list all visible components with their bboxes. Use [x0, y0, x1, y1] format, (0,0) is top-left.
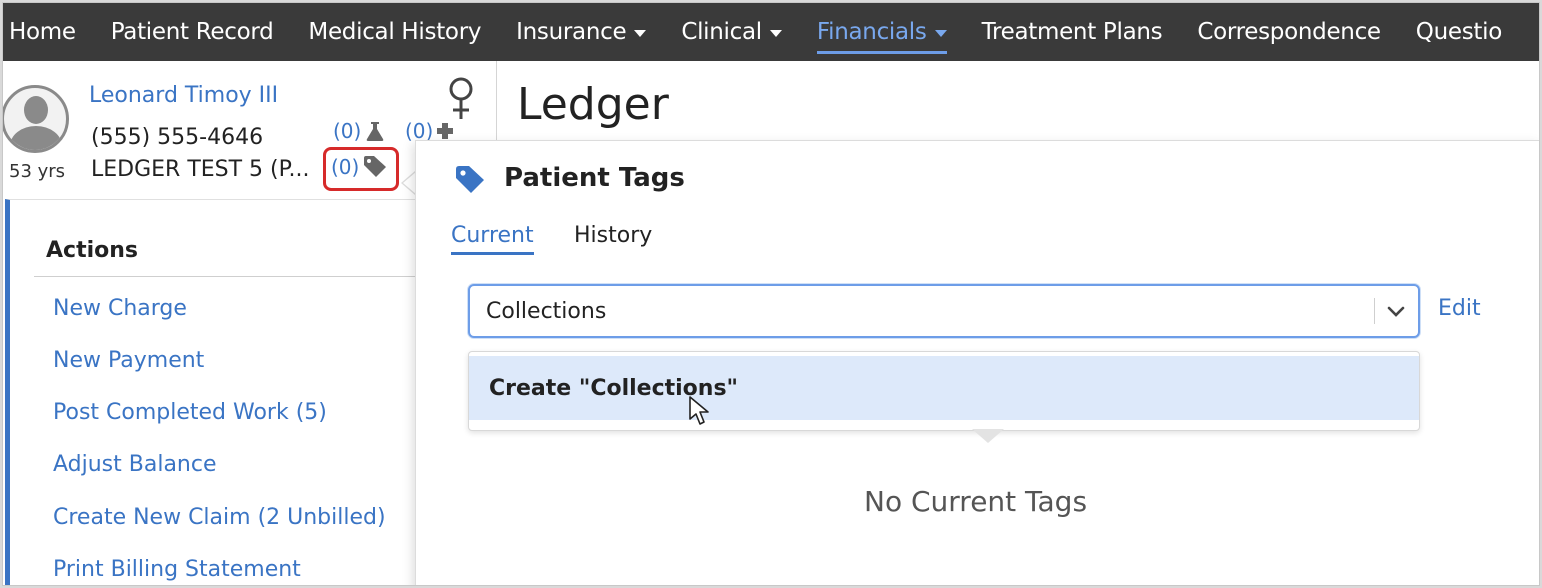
action-post-completed-work[interactable]: Post Completed Work (5)	[53, 400, 327, 425]
tag-dropdown: Create "Collections"	[468, 351, 1420, 431]
nav-insurance-label: Insurance	[516, 19, 627, 45]
patient-age: 53 yrs	[9, 161, 66, 182]
lab-count: (0)	[333, 119, 362, 143]
action-new-payment[interactable]: New Payment	[53, 348, 204, 373]
tag-icon	[456, 166, 484, 193]
action-new-charge[interactable]: New Charge	[53, 296, 187, 321]
nav-financials-label: Financials	[816, 19, 927, 45]
flask-icon	[367, 122, 384, 141]
empty-tags-message: No Current Tags	[864, 485, 1088, 518]
action-create-new-claim[interactable]: Create New Claim (2 Unbilled)	[53, 505, 386, 530]
nav-clinical[interactable]: Clinical	[663, 3, 799, 61]
patient-name-link[interactable]: Leonard Timoy III	[89, 83, 278, 108]
nav-home-label: Home	[9, 19, 76, 45]
tag-combobox[interactable]	[468, 284, 1420, 338]
page-title: Ledger	[517, 79, 669, 130]
nav-correspondence-label: Correspondence	[1197, 19, 1381, 45]
nav-treatment-plans-label: Treatment Plans	[981, 19, 1163, 45]
top-nav: Home Patient Record Medical History Insu…	[3, 3, 1539, 61]
nav-correspondence[interactable]: Correspondence	[1179, 3, 1397, 61]
tab-current[interactable]: Current	[451, 223, 534, 255]
nav-home[interactable]: Home	[3, 3, 93, 61]
tab-history[interactable]: History	[574, 223, 652, 248]
edit-tags-link[interactable]: Edit	[1438, 296, 1481, 321]
app-window: Home Patient Record Medical History Insu…	[2, 2, 1540, 586]
nav-questionnaires[interactable]: Questio	[1398, 3, 1519, 61]
patient-ledger-label: LEDGER TEST 5 (P...	[91, 157, 310, 182]
nav-financials[interactable]: Financials	[799, 3, 964, 61]
nav-clinical-label: Clinical	[681, 19, 762, 45]
combo-divider	[1374, 298, 1375, 324]
plus-icon	[437, 123, 454, 139]
nav-insurance[interactable]: Insurance	[498, 3, 663, 61]
nav-patient-record-label: Patient Record	[110, 19, 274, 45]
action-print-billing-statement[interactable]: Print Billing Statement	[53, 557, 301, 582]
nav-questionnaires-label: Questio	[1415, 19, 1503, 45]
create-tag-option[interactable]: Create "Collections"	[469, 356, 1419, 420]
nav-treatment-plans[interactable]: Treatment Plans	[964, 3, 1180, 61]
patient-phone: (555) 555-4646	[91, 125, 264, 150]
dropdown-pointer	[972, 429, 1004, 443]
actions-heading: Actions	[46, 238, 138, 263]
action-adjust-balance[interactable]: Adjust Balance	[53, 452, 217, 477]
nav-medical-history[interactable]: Medical History	[290, 3, 498, 61]
caret-down-icon	[634, 29, 647, 37]
chevron-down-icon[interactable]	[1384, 300, 1408, 324]
actions-panel: Actions New Charge New Payment Post Comp…	[5, 199, 420, 585]
female-icon	[449, 77, 473, 119]
caret-down-icon	[769, 29, 782, 37]
caret-down-icon	[934, 29, 947, 37]
popover-title: Patient Tags	[504, 163, 685, 193]
divider	[34, 276, 420, 277]
avatar	[3, 85, 69, 153]
nav-patient-record[interactable]: Patient Record	[93, 3, 291, 61]
tag-highlight-box	[323, 147, 399, 191]
tag-search-input[interactable]	[486, 286, 1346, 336]
mouse-pointer-icon	[689, 396, 709, 425]
patient-tags-popover: Patient Tags Current History Edit Create…	[415, 140, 1539, 585]
nav-medical-history-label: Medical History	[308, 19, 482, 45]
lab-count-link[interactable]: (0)	[333, 119, 386, 143]
